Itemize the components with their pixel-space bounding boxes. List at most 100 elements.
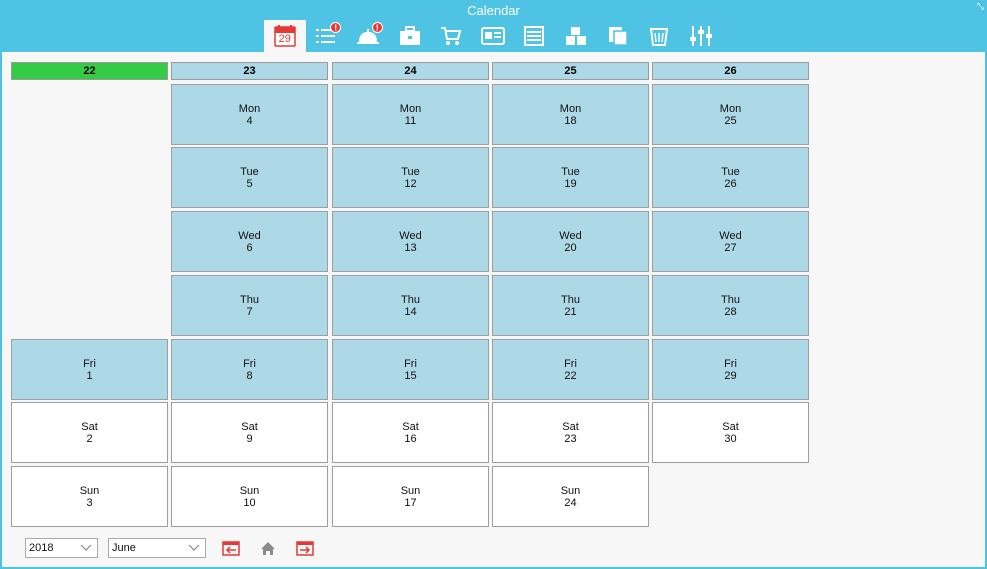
resize-corner-icon[interactable]: ⤡ [977,2,984,11]
day-cell[interactable]: Tue 12 [332,147,489,208]
day-cell[interactable]: Thu 14 [332,275,489,336]
toolbar-tasks-button[interactable]: ! [306,20,348,52]
day-name: Fri [243,357,256,370]
toolbar-service-button[interactable]: ! [347,20,389,52]
toolbar-calendar-button[interactable]: 29 [264,20,306,52]
day-number: 2 [86,432,93,445]
toolbar-ledger-button[interactable] [514,20,556,52]
day-name: Thu [401,293,420,306]
day-cell[interactable]: Tue 26 [652,147,809,208]
month-select[interactable]: June [108,538,206,558]
boxes-icon [565,27,586,45]
week-header[interactable]: 25 [492,62,649,80]
day-cell[interactable]: Fri 15 [332,339,489,400]
day-cell[interactable]: Fri 29 [652,339,809,400]
day-name: Mon [559,102,582,115]
day-number: 11 [404,114,417,127]
day-cell[interactable]: Fri 1 [11,339,168,400]
day-cell[interactable]: Sun 24 [492,466,649,527]
day-cell[interactable]: Tue 19 [492,147,649,208]
day-number: 19 [564,177,577,190]
day-cell[interactable]: Mon 18 [492,84,649,145]
day-number: 6 [246,241,253,254]
year-select[interactable]: 2018 [25,538,98,558]
calendar-icon: 29 [274,25,296,47]
day-cell[interactable]: Thu 28 [652,275,809,336]
week-header[interactable]: 23 [171,62,328,80]
day-cell[interactable]: Sun 10 [171,466,328,527]
day-number: 24 [564,496,577,509]
day-number: 10 [243,496,256,509]
resize-corner-icon[interactable]: ⤡ [977,558,984,567]
day-name: Fri [564,357,577,370]
year-select-value: 2018 [29,542,54,554]
day-cell[interactable]: Sun 3 [11,466,168,527]
day-cell[interactable]: Fri 8 [171,339,328,400]
day-name: Mon [719,102,742,115]
day-cell[interactable]: Wed 20 [492,211,649,272]
toolbar: 29 ! ! [264,20,722,52]
day-name: Thu [240,293,259,306]
day-cell[interactable]: Sun 17 [332,466,489,527]
day-cell[interactable]: Thu 7 [171,275,328,336]
day-number: 14 [404,305,417,318]
calendar-back-icon [222,541,240,556]
day-cell[interactable]: Sat 30 [652,402,809,463]
toolbar-documents-button[interactable] [597,20,639,52]
toolbar-cart-button[interactable] [430,20,472,52]
week-header[interactable]: 22 [11,62,168,80]
toolbar-settings-button[interactable] [680,20,722,52]
day-number: 1 [86,369,93,382]
tasks-alert-badge: ! [330,22,342,33]
day-cell[interactable]: Fri 22 [492,339,649,400]
next-month-button[interactable] [295,538,315,558]
day-number: 22 [564,369,577,382]
day-number: 20 [564,241,577,254]
day-number: 21 [564,305,577,318]
day-name: Sat [241,420,258,433]
day-cell[interactable]: Thu 21 [492,275,649,336]
day-cell[interactable]: Mon 25 [652,84,809,145]
day-name: Tue [561,165,580,178]
previous-month-button[interactable] [221,538,241,558]
day-number: 15 [404,369,417,382]
day-cell[interactable]: Mon 4 [171,84,328,145]
day-number: 3 [86,496,93,509]
day-cell[interactable]: Sat 23 [492,402,649,463]
day-number: 7 [246,305,253,318]
day-number: 27 [724,241,737,254]
day-number: 30 [724,432,737,445]
day-cell[interactable]: Mon 11 [332,84,489,145]
toolbar-contacts-button[interactable] [472,20,514,52]
day-name: Mon [238,102,261,115]
day-cell[interactable]: Wed 27 [652,211,809,272]
day-cell[interactable]: Sat 9 [171,402,328,463]
day-name: Sun [560,484,581,497]
today-button[interactable] [258,538,278,558]
day-cell[interactable]: Wed 13 [332,211,489,272]
day-name: Tue [721,165,740,178]
day-cell[interactable]: Wed 6 [171,211,328,272]
day-number: 5 [246,177,253,190]
week-header[interactable]: 24 [332,62,489,80]
day-cell[interactable]: Sat 16 [332,402,489,463]
service-alert-badge: ! [371,22,383,33]
day-number: 23 [564,432,577,445]
resize-corner-icon[interactable]: ⤢ [3,558,10,567]
day-number: 28 [724,305,737,318]
day-cell[interactable]: Sat 2 [11,402,168,463]
toolbar-inventory-button[interactable] [555,20,597,52]
calendar-forward-icon [296,541,314,556]
day-number: 8 [246,369,253,382]
toolbar-trash-button[interactable] [638,20,680,52]
toolbar-briefcase-button[interactable] [389,20,431,52]
day-name: Mon [399,102,422,115]
day-number: 4 [246,114,253,127]
week-header[interactable]: 26 [652,62,809,80]
day-number: 18 [564,114,577,127]
day-name: Thu [721,293,740,306]
day-cell[interactable]: Tue 5 [171,147,328,208]
calendar-panel: 22 23 24 25 26 Fri 1 Sat 2 Sun 3 Mon 4 Tue 5 Wed 6 Thu 7 F… [2,52,985,567]
chevron-down-icon [188,544,200,551]
day-name: Sun [79,484,100,497]
